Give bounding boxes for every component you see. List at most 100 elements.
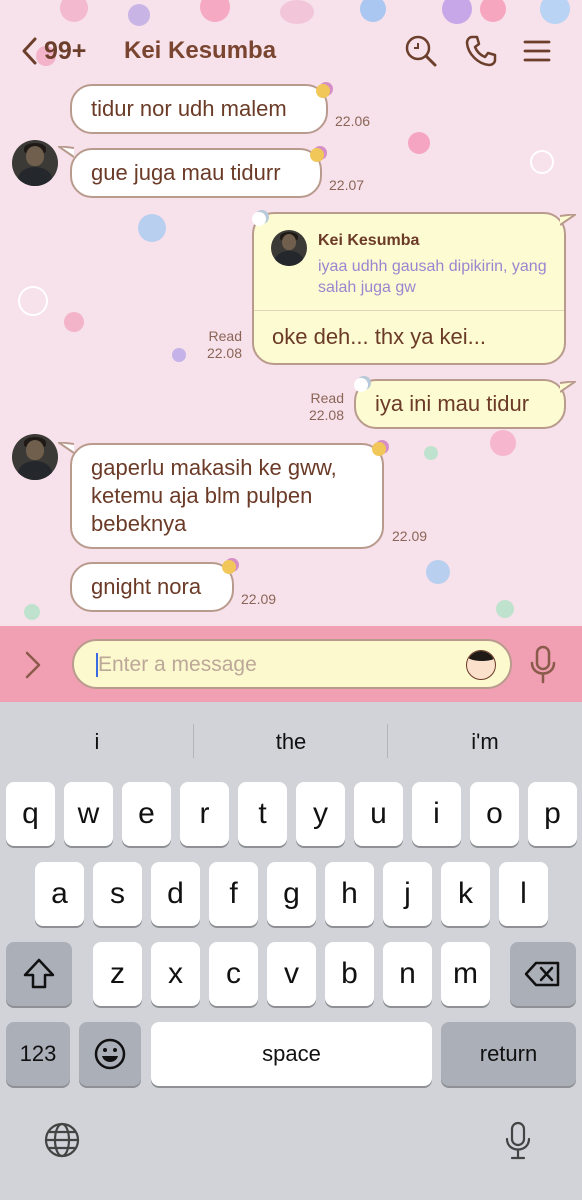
phone-icon[interactable] — [464, 34, 498, 68]
key-a[interactable]: a — [35, 862, 84, 926]
key-n[interactable]: n — [383, 942, 432, 1006]
keyboard: i the i'm q w e r t y u i o p a s d f g … — [0, 702, 582, 1200]
flower-decoration — [172, 348, 186, 362]
message-time: 22.06 — [335, 113, 371, 129]
key-z[interactable]: z — [93, 942, 142, 1006]
microphone-icon[interactable] — [528, 644, 558, 684]
return-key[interactable]: return — [441, 1022, 576, 1086]
flower-decoration — [490, 430, 516, 456]
avatar[interactable] — [12, 140, 58, 186]
key-w[interactable]: w — [64, 782, 113, 846]
flower-decoration — [64, 312, 84, 332]
message-text: gaperlu makasih ke gww, ketemu aja blm p… — [91, 455, 337, 536]
message-text: iya ini mau tidur — [375, 391, 530, 416]
message-time: 22.09 — [241, 591, 277, 607]
key-g[interactable]: g — [267, 862, 316, 926]
key-m[interactable]: m — [441, 942, 490, 1006]
suggestion-item[interactable]: the — [194, 722, 388, 762]
sticker-icon — [372, 442, 386, 456]
message-time: 22.08 — [308, 407, 344, 423]
message-input[interactable]: Enter a message — [72, 639, 512, 689]
space-key[interactable]: space — [151, 1022, 432, 1086]
globe-icon[interactable] — [42, 1120, 82, 1160]
flower-decoration — [424, 446, 438, 460]
message-time: 22.09 — [392, 528, 428, 544]
message-input-bar: Enter a message — [0, 626, 582, 702]
numbers-key[interactable]: 123 — [6, 1022, 70, 1086]
chevron-right-icon[interactable] — [22, 650, 44, 680]
key-o[interactable]: o — [470, 782, 519, 846]
reply-message-bubble[interactable]: Kei Kesumba iyaa udhh gausah dipikirin, … — [252, 212, 566, 365]
flower-decoration — [496, 600, 514, 618]
emoji-sticker-icon[interactable] — [466, 650, 496, 680]
message-text: oke deh... thx ya kei... — [272, 324, 487, 349]
quoted-sender: Kei Kesumba — [318, 232, 420, 249]
message-bubble[interactable]: gue juga mau tidurr — [70, 148, 322, 198]
message-time: 22.07 — [329, 177, 365, 193]
key-r[interactable]: r — [180, 782, 229, 846]
menu-icon[interactable] — [520, 34, 554, 68]
key-b[interactable]: b — [325, 942, 374, 1006]
message-input-placeholder: Enter a message — [98, 653, 257, 676]
suggestion-bar: i the i'm — [0, 722, 582, 762]
key-y[interactable]: y — [296, 782, 345, 846]
suggestion-item[interactable]: i — [0, 722, 194, 762]
search-icon[interactable] — [404, 34, 438, 68]
bubble-tail — [58, 146, 74, 158]
message-bubble[interactable]: gnight nora — [70, 562, 234, 612]
flower-decoration — [530, 150, 554, 174]
quoted-text: iyaa udhh gausah dipikirin, yang salah j… — [318, 258, 547, 296]
chevron-left-icon — [22, 37, 37, 65]
sticker-icon — [316, 84, 330, 98]
message-bubble[interactable]: gaperlu makasih ke gww, ketemu aja blm p… — [70, 443, 384, 549]
avatar[interactable] — [12, 434, 58, 480]
quoted-avatar — [271, 230, 307, 266]
key-u[interactable]: u — [354, 782, 403, 846]
read-label: Read — [310, 390, 344, 406]
key-d[interactable]: d — [151, 862, 200, 926]
flower-decoration — [18, 286, 48, 316]
unread-count: 99+ — [44, 36, 87, 65]
message-text: gnight nora — [91, 574, 202, 599]
key-s[interactable]: s — [93, 862, 142, 926]
key-k[interactable]: k — [441, 862, 490, 926]
shift-icon — [23, 958, 55, 989]
chat-area: 99+ Kei Kesumba tidur nor udh malem 22.0… — [0, 0, 582, 626]
message-bubble[interactable]: iya ini mau tidur — [354, 379, 566, 429]
delete-key[interactable] — [510, 942, 576, 1006]
key-t[interactable]: t — [238, 782, 287, 846]
key-e[interactable]: e — [122, 782, 171, 846]
reply-divider — [254, 310, 564, 311]
key-h[interactable]: h — [325, 862, 374, 926]
key-x[interactable]: x — [151, 942, 200, 1006]
key-c[interactable]: c — [209, 942, 258, 1006]
contact-name[interactable]: Kei Kesumba — [124, 37, 276, 65]
sticker-icon — [222, 560, 236, 574]
key-p[interactable]: p — [528, 782, 577, 846]
dictation-microphone-icon[interactable] — [498, 1120, 538, 1160]
flower-decoration — [24, 604, 40, 620]
bubble-tail — [560, 214, 576, 226]
key-q[interactable]: q — [6, 782, 55, 846]
key-l[interactable]: l — [499, 862, 548, 926]
suggestion-item[interactable]: i'm — [388, 722, 582, 762]
key-i[interactable]: i — [412, 782, 461, 846]
bubble-tail — [560, 381, 576, 393]
flower-decoration — [408, 132, 430, 154]
key-f[interactable]: f — [209, 862, 258, 926]
sticker-icon — [252, 212, 266, 226]
read-label: Read — [208, 328, 242, 344]
shift-key[interactable] — [6, 942, 72, 1006]
back-button[interactable]: 99+ — [20, 36, 120, 66]
emoji-icon — [94, 1038, 126, 1070]
message-bubble[interactable]: tidur nor udh malem — [70, 84, 328, 134]
message-time: 22.08 — [206, 345, 242, 361]
flower-decoration — [138, 214, 166, 242]
chat-header: 99+ Kei Kesumba — [0, 0, 582, 84]
message-text: tidur nor udh malem — [91, 96, 287, 121]
key-v[interactable]: v — [267, 942, 316, 1006]
sticker-icon — [354, 378, 368, 392]
key-j[interactable]: j — [383, 862, 432, 926]
read-receipt: Read 22.08 — [190, 328, 242, 362]
emoji-key[interactable] — [79, 1022, 141, 1086]
